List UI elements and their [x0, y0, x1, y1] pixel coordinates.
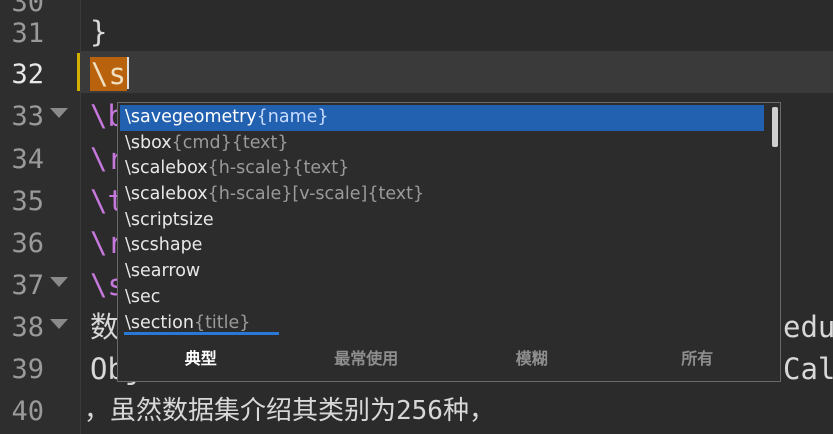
item-command: \section: [125, 312, 194, 333]
tab-all[interactable]: 所有: [615, 337, 781, 381]
tab-most-used[interactable]: 最常使用: [284, 337, 450, 381]
line-number: 33: [11, 101, 44, 132]
fold-triangle-icon[interactable]: [50, 319, 68, 329]
item-command: \savegeometry: [125, 107, 257, 127]
item-args: {h-scale}[v-scale]{text}: [207, 184, 425, 205]
current-line-marker: [77, 53, 80, 91]
active-tab-indicator: [124, 332, 279, 335]
item-command: \searrow: [125, 261, 201, 282]
item-args: {name}: [256, 107, 329, 127]
line-number: 31: [11, 18, 44, 49]
item-args: {title}: [193, 312, 251, 333]
line-number: 34: [11, 144, 44, 175]
code-line-40[interactable]: ，虽然数据集介绍其类别为256种，: [84, 390, 495, 432]
autocomplete-tabs: 典型 最常使用 模糊 所有: [118, 337, 780, 381]
autocomplete-item[interactable]: \scalebox{h-scale}{text}: [120, 156, 764, 182]
item-command: \scriptsize: [125, 209, 214, 230]
item-args: {h-scale}{text}: [207, 158, 350, 179]
line-number: 39: [11, 354, 44, 385]
text-cursor: [126, 57, 129, 89]
line-number: 35: [11, 186, 44, 217]
autocomplete-item-selected[interactable]: \savegeometry{name}: [120, 105, 764, 131]
autocomplete-item[interactable]: \searrow: [120, 259, 764, 285]
item-command: \sec: [125, 286, 161, 307]
autocomplete-item[interactable]: \scriptsize: [120, 208, 764, 234]
line-number-gutter: 30 31 32 33 34 35 36 37 38 39 40: [0, 0, 81, 434]
autocomplete-item[interactable]: \scalebox{h-scale}[v-scale]{text}: [120, 182, 764, 208]
code-line-31[interactable]: }: [90, 11, 107, 53]
tab-fuzzy[interactable]: 模糊: [449, 337, 615, 381]
fold-triangle-icon[interactable]: [50, 277, 68, 287]
line-number: 37: [11, 270, 44, 301]
item-command: \scshape: [125, 235, 203, 256]
code-line-39-end[interactable]: Calte: [783, 348, 833, 390]
autocomplete-item[interactable]: \scshape: [120, 233, 764, 259]
autocomplete-popup[interactable]: \savegeometry{name} \sbox{cmd}{text} \sc…: [117, 102, 781, 382]
item-command: \scalebox: [125, 158, 208, 179]
line-number: 38: [11, 312, 44, 343]
line-number-current: 32: [11, 59, 44, 90]
typed-word: \s: [90, 57, 127, 91]
code-line-32[interactable]: \s: [90, 53, 129, 95]
item-command: \scalebox: [125, 184, 208, 205]
item-args: {cmd}{text}: [171, 132, 289, 153]
line-number: 40: [11, 396, 44, 427]
code-line-38-end[interactable]: edu/: [783, 306, 833, 348]
item-command: \sbox: [125, 132, 172, 153]
line-number: 36: [11, 228, 44, 259]
autocomplete-item[interactable]: \sec: [120, 285, 764, 311]
autocomplete-list[interactable]: \savegeometry{name} \sbox{cmd}{text} \sc…: [120, 105, 764, 335]
current-line-highlight: [81, 51, 833, 93]
tab-typical[interactable]: 典型: [118, 337, 284, 381]
fold-triangle-icon[interactable]: [50, 108, 68, 118]
autocomplete-item[interactable]: \sbox{cmd}{text}: [120, 131, 764, 157]
autocomplete-scrollbar[interactable]: [772, 107, 778, 147]
code-line-38-start[interactable]: 数: [90, 306, 119, 348]
